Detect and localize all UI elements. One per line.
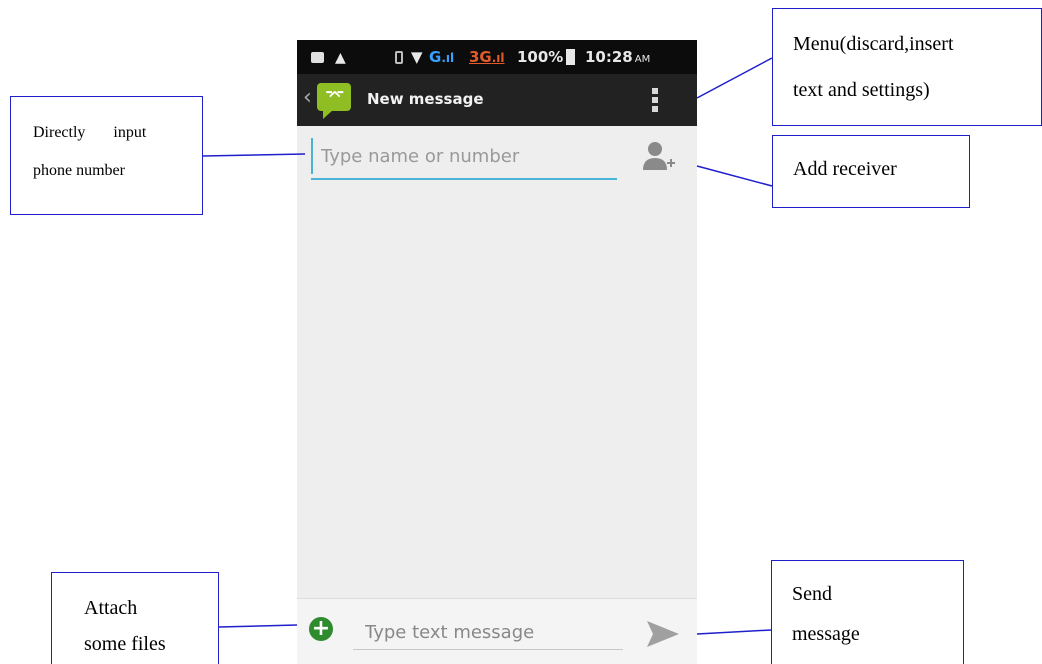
leader-send — [696, 629, 772, 635]
callout-send: Send message — [771, 560, 964, 664]
message-input[interactable] — [353, 615, 627, 649]
leader-directly-input — [202, 153, 306, 157]
back-icon[interactable]: ‹ — [303, 87, 312, 109]
leader-attach — [218, 624, 298, 628]
network-type-1: G.ıl — [429, 48, 455, 66]
callout-directly-input: Directly input phone number — [10, 96, 203, 215]
message-field[interactable] — [353, 615, 627, 650]
wifi-icon: ▼ — [411, 48, 423, 66]
attach-icon[interactable]: + — [309, 617, 333, 641]
vibrate-icon — [395, 51, 403, 64]
smiley-icon: ⌤ — [325, 86, 345, 106]
callout-add-receiver: Add receiver — [772, 135, 970, 208]
leader-menu — [696, 57, 773, 99]
battery-icon — [566, 49, 575, 65]
recipient-input[interactable] — [311, 138, 621, 174]
clock: 10:28 AM — [585, 48, 651, 66]
phone-screen: ▲ ▼ G.ıl 3G.ıl 100% 10:28 AM ‹ ⌤ New mess… — [297, 40, 697, 664]
send-icon[interactable] — [645, 619, 681, 649]
action-bar: ‹ ⌤ New message — [297, 74, 697, 126]
notification-icon — [311, 52, 324, 63]
add-contact-icon[interactable] — [641, 140, 677, 174]
leader-add-receiver — [696, 165, 773, 187]
network-type-2: 3G.ıl — [469, 48, 505, 66]
overflow-menu-icon[interactable] — [652, 88, 658, 112]
status-bar: ▲ ▼ G.ıl 3G.ıl 100% 10:28 AM — [297, 40, 697, 74]
callout-menu: Menu(discard,insert text and settings) — [772, 8, 1042, 126]
compose-bar: + — [297, 598, 697, 664]
signal-icon: .ıl — [441, 51, 455, 65]
alert-icon: ▲ — [335, 50, 346, 66]
callout-attach: Attach some files — [51, 572, 219, 664]
page-title: New message — [367, 90, 484, 108]
signal-icon-2: .ıl — [491, 51, 505, 65]
battery-percent: 100% — [517, 48, 564, 66]
recipient-field[interactable] — [311, 138, 621, 180]
messaging-app-icon[interactable]: ⌤ — [317, 83, 351, 119]
